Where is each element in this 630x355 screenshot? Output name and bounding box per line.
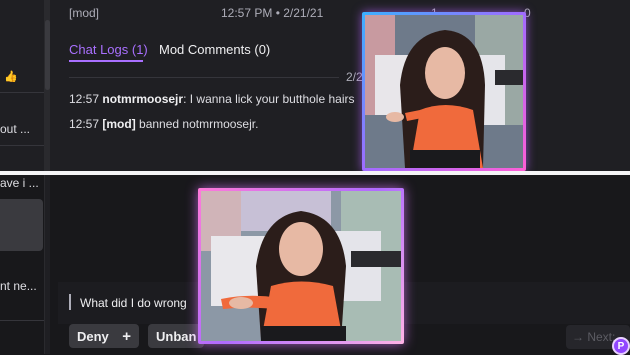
list-item-snippet[interactable]: out ... <box>0 122 30 136</box>
date-divider-line <box>69 77 339 78</box>
active-tab-indicator <box>69 60 143 62</box>
list-item-snippet[interactable]: nt ne... <box>0 279 37 293</box>
tab-mod-comments[interactable]: Mod Comments (0) <box>159 42 270 57</box>
list-divider <box>0 145 44 146</box>
mod-label: [mod] <box>69 6 100 20</box>
chat-message: : I wanna lick your butthole hairs <box>183 92 355 106</box>
next-label: → Next: <box>572 330 616 344</box>
streamer-image <box>201 191 401 341</box>
thumbs-up-icon: 👍 <box>4 71 18 83</box>
unban-request-message: What did I do wrong <box>80 296 187 310</box>
request-timestamp: 12:57 PM • 2/21/21 <box>221 6 324 20</box>
chat-message: banned notmrmoosejr. <box>135 117 259 131</box>
chat-time: 12:57 <box>69 117 100 131</box>
webcam-overlay-bottom <box>198 188 404 344</box>
deny-button[interactable]: Deny + <box>69 324 139 348</box>
plus-icon: + <box>122 327 131 345</box>
chat-username[interactable]: notmrmoosejr <box>102 92 183 106</box>
quote-bar <box>69 294 71 310</box>
chat-log-line: 12:57 notmrmoosejr: I wanna lick your bu… <box>69 92 354 106</box>
list-divider <box>0 320 44 321</box>
list-divider <box>0 92 44 93</box>
streamer-image <box>365 15 523 168</box>
scrollbar-thumb[interactable] <box>45 20 50 90</box>
log-tabs-2: Mod Comments (0) <box>159 41 270 59</box>
chat-username: [mod] <box>102 117 136 131</box>
date-divider-label: 2/2 <box>346 70 363 84</box>
top-panel <box>0 0 630 171</box>
tab-chat-logs[interactable]: Chat Logs (1) <box>69 42 148 57</box>
deny-label: Deny <box>77 328 109 344</box>
avatar[interactable]: P <box>612 337 630 355</box>
log-tabs: Chat Logs (1) <box>69 41 148 59</box>
list-item-snippet[interactable]: ave i ... <box>0 176 39 190</box>
webcam-overlay-top <box>362 12 526 171</box>
selected-request-card[interactable] <box>0 199 43 251</box>
chat-log-line: 12:57 [mod] banned notmrmoosejr. <box>69 117 258 131</box>
unban-label: Unban <box>156 328 197 344</box>
scrollbar-track-bottom[interactable] <box>45 175 50 354</box>
unban-button[interactable]: Unban <box>148 324 204 348</box>
chat-time: 12:57 <box>69 92 100 106</box>
